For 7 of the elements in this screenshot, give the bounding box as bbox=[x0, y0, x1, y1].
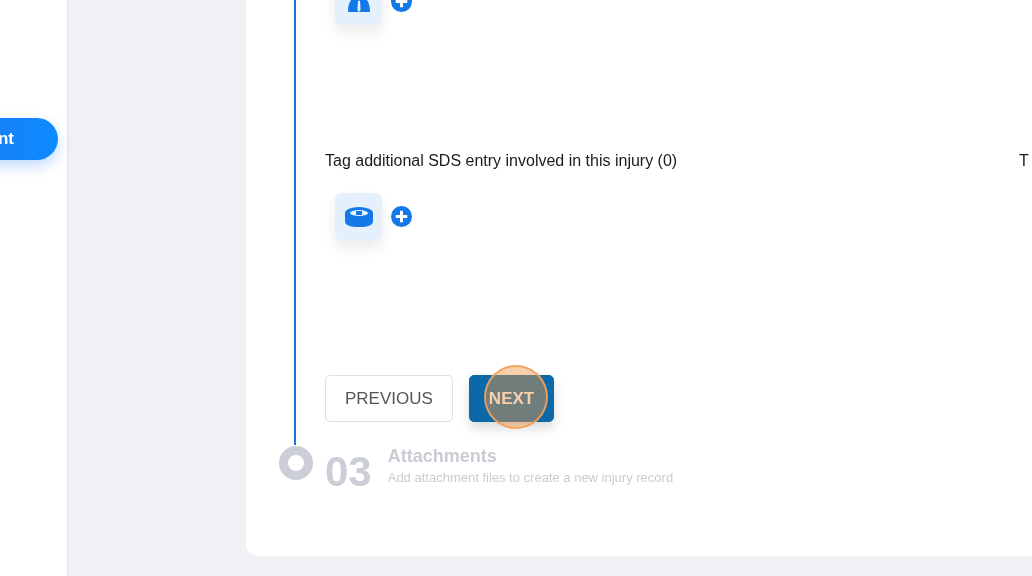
cylinder-icon[interactable] bbox=[335, 193, 382, 240]
next-button[interactable]: NEXT bbox=[468, 375, 555, 422]
previous-button[interactable]: PREVIOUS bbox=[325, 375, 453, 422]
add-icon[interactable] bbox=[391, 206, 412, 227]
section-heading: Tag additional SDS entry involved in this injury (0) bbox=[325, 152, 679, 170]
section-heading: T bbox=[1019, 152, 1029, 170]
step-marker bbox=[279, 446, 313, 480]
